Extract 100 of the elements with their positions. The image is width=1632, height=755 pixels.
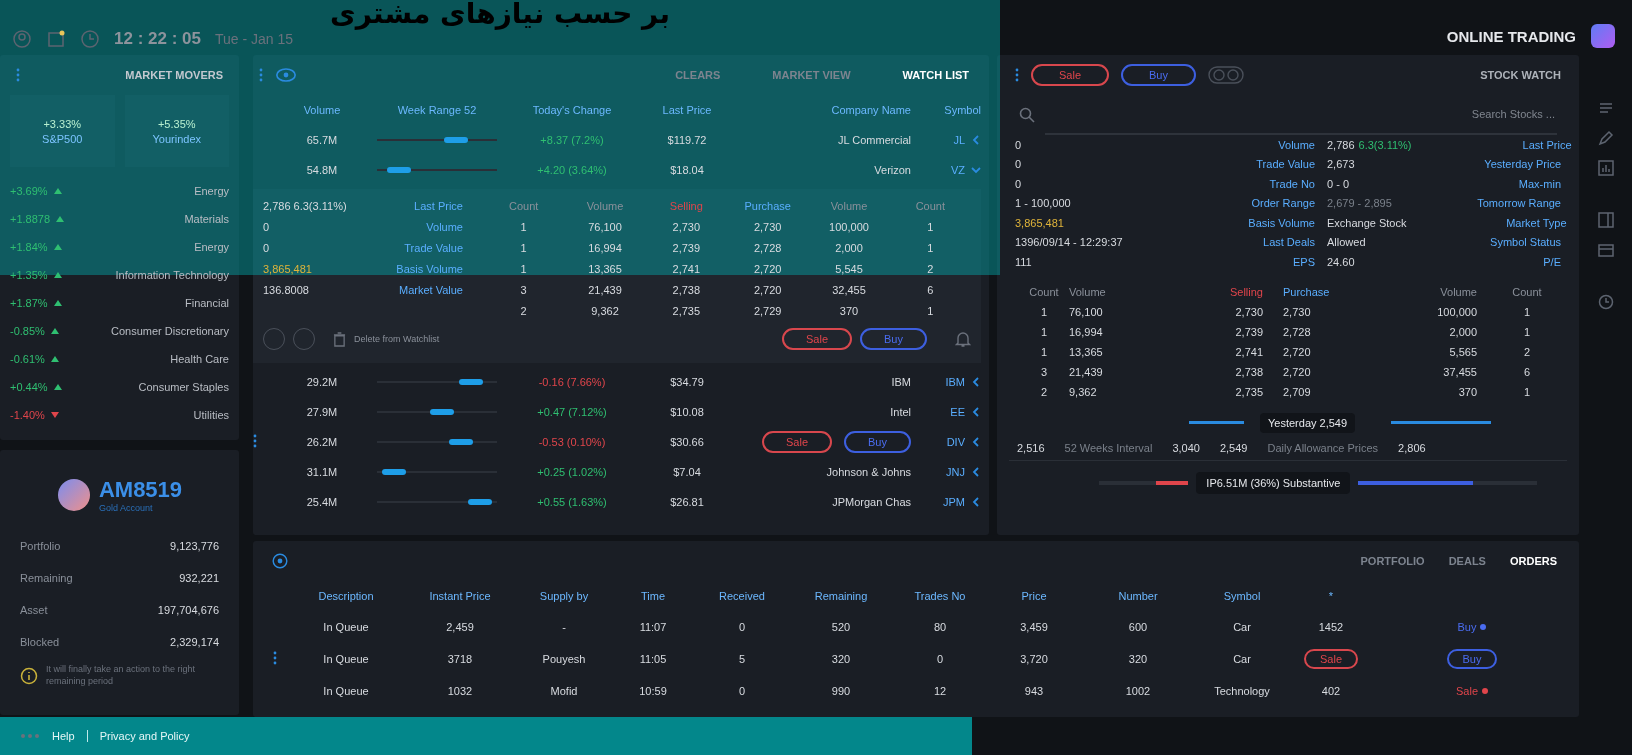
book-cell-text: 2	[519, 304, 528, 317]
trade-button[interactable]: Buy	[844, 431, 911, 453]
sector-change: +0.44%	[10, 381, 48, 393]
chevron-icon[interactable]	[971, 467, 981, 477]
date-text: Tue - Jan 15	[214, 31, 294, 47]
toggle-icon[interactable]	[1208, 66, 1244, 84]
calendar-icon[interactable]	[46, 29, 66, 49]
book-header: Volume	[1439, 285, 1478, 298]
account-label: Asset	[20, 604, 48, 616]
book-header: Purchase	[743, 199, 792, 212]
info-value: 0	[1015, 177, 1023, 190]
orders-tab[interactable]: ORDERS	[1503, 551, 1563, 571]
trade-link[interactable]: Buy	[1375, 621, 1569, 633]
sector-name: Health Care	[170, 353, 229, 365]
chevron-icon[interactable]	[971, 497, 981, 507]
stat-label: Volume	[425, 220, 463, 233]
list-icon[interactable]	[1597, 100, 1614, 116]
info-label: Order Range	[1251, 197, 1315, 210]
buy-button[interactable]: Buy	[1121, 64, 1196, 86]
orders-tab[interactable]: PORTFOLIO	[1354, 551, 1431, 571]
panel-icon[interactable]	[1597, 212, 1614, 228]
menu-dots-icon[interactable]	[253, 434, 257, 448]
trade-button[interactable]: Buy	[1446, 649, 1498, 669]
search-field[interactable]: Search Stocks ...	[1045, 95, 1557, 135]
chart-icon[interactable]	[1597, 160, 1614, 176]
book-cell-text: 9,362	[1069, 385, 1098, 398]
menu-dots-icon[interactable]	[273, 651, 277, 665]
edit-icon[interactable]	[1597, 130, 1614, 146]
book-header: Count	[1511, 285, 1543, 298]
range-label: Daily Allowance Prices	[1267, 441, 1379, 454]
account-id: AM8519	[98, 477, 183, 503]
range-value: 3,040	[1172, 441, 1200, 454]
bell-icon[interactable]	[955, 331, 971, 347]
trade-button[interactable]: Sale	[762, 431, 833, 453]
info-label: EPS	[1293, 255, 1315, 268]
info-label: Trade Value	[1256, 158, 1315, 171]
book-cell-text: 2,739	[1234, 325, 1264, 338]
company-cell: IBM	[891, 376, 911, 388]
table-cell-text: In Queue	[322, 653, 370, 665]
trend-arrow-icon	[53, 300, 62, 306]
buy-button[interactable]: Buy	[860, 328, 927, 350]
book-cell-text: 5,565	[1448, 345, 1478, 358]
panel-title: MARKET MOVERS	[125, 69, 223, 81]
trend-arrow-icon	[50, 356, 59, 362]
sector-name: Utilities	[193, 409, 229, 421]
trade-link[interactable]: Sale	[1375, 685, 1569, 697]
index-card[interactable]: +3.33% S&P500	[10, 95, 115, 167]
price-cell-text: $10.08	[669, 406, 705, 418]
index-card[interactable]: +5.35% Yourindex	[124, 95, 229, 167]
trend-arrow-icon	[50, 412, 59, 418]
book-cell-text: 2,000	[1448, 325, 1478, 338]
trash-icon[interactable]	[333, 331, 346, 347]
column-header: Symbol	[1222, 590, 1262, 602]
menu-dots-icon[interactable]	[16, 68, 20, 82]
price-cell-text: $7.04	[672, 466, 702, 478]
sector-change: +1.35%	[10, 269, 48, 281]
clock-icon[interactable]	[1597, 294, 1614, 310]
table-cell-text: Car	[1232, 621, 1252, 633]
book-cell-text: 9,362	[590, 304, 620, 317]
change-cell-text: +8.37 (7.2%)	[539, 134, 605, 146]
info-label: Last Price	[1522, 138, 1572, 151]
sale-button[interactable]: Sale	[782, 328, 853, 350]
chevron-icon[interactable]	[971, 407, 981, 417]
table-cell-text: Pouyesh	[541, 653, 587, 665]
delete-link[interactable]: Delete from Watchlist	[354, 334, 440, 344]
book-cell-text: 3	[519, 283, 528, 296]
range-label: 52 Weeks Interval	[1064, 441, 1153, 454]
chevron-icon[interactable]	[971, 135, 981, 145]
book-cell-text: 1	[519, 241, 528, 254]
book-cell-text: 6	[1522, 365, 1532, 378]
table-cell-text: 10:59	[638, 685, 668, 697]
avatar-icon	[56, 478, 91, 512]
column-header: Last Price	[661, 104, 713, 116]
trade-button[interactable]: Sale	[1304, 649, 1358, 669]
info-label: Tomorrow Range	[1477, 197, 1561, 210]
symbol-cell: JPM	[943, 496, 965, 508]
info-note: It will finally take an action to the right remaining period	[46, 664, 197, 688]
orders-tab[interactable]: DEALS	[1442, 551, 1492, 571]
chevron-icon[interactable]	[971, 165, 981, 175]
sector-change: -1.40%	[10, 409, 45, 421]
eye-icon[interactable]	[275, 67, 297, 83]
sector-change: +1.8878	[10, 213, 51, 225]
watchlist-tab[interactable]: WATCH LIST	[896, 65, 975, 85]
chevron-icon[interactable]	[971, 437, 981, 447]
company-cell: JPMorgan Chas	[832, 496, 911, 508]
stat-value: 3,865,481	[263, 262, 313, 275]
volume-cell-text: 29.2M	[305, 376, 339, 388]
info-value: 2,786	[1327, 138, 1355, 151]
chevron-icon[interactable]	[971, 377, 981, 387]
column-header: Number	[1117, 590, 1159, 602]
info-label: Symbol Status	[1490, 236, 1561, 249]
menu-dots-icon[interactable]	[1015, 68, 1019, 82]
card-icon[interactable]	[1597, 242, 1614, 258]
column-header: *	[1327, 590, 1335, 602]
book-cell-text: 2,738	[1234, 365, 1264, 378]
menu-dots-icon[interactable]	[259, 68, 263, 82]
sale-button[interactable]: Sale	[1031, 64, 1110, 86]
footer-link[interactable]: Help	[52, 730, 75, 742]
info-label: Trade No	[1269, 177, 1315, 190]
book-cell-text: 2,000	[834, 241, 864, 254]
